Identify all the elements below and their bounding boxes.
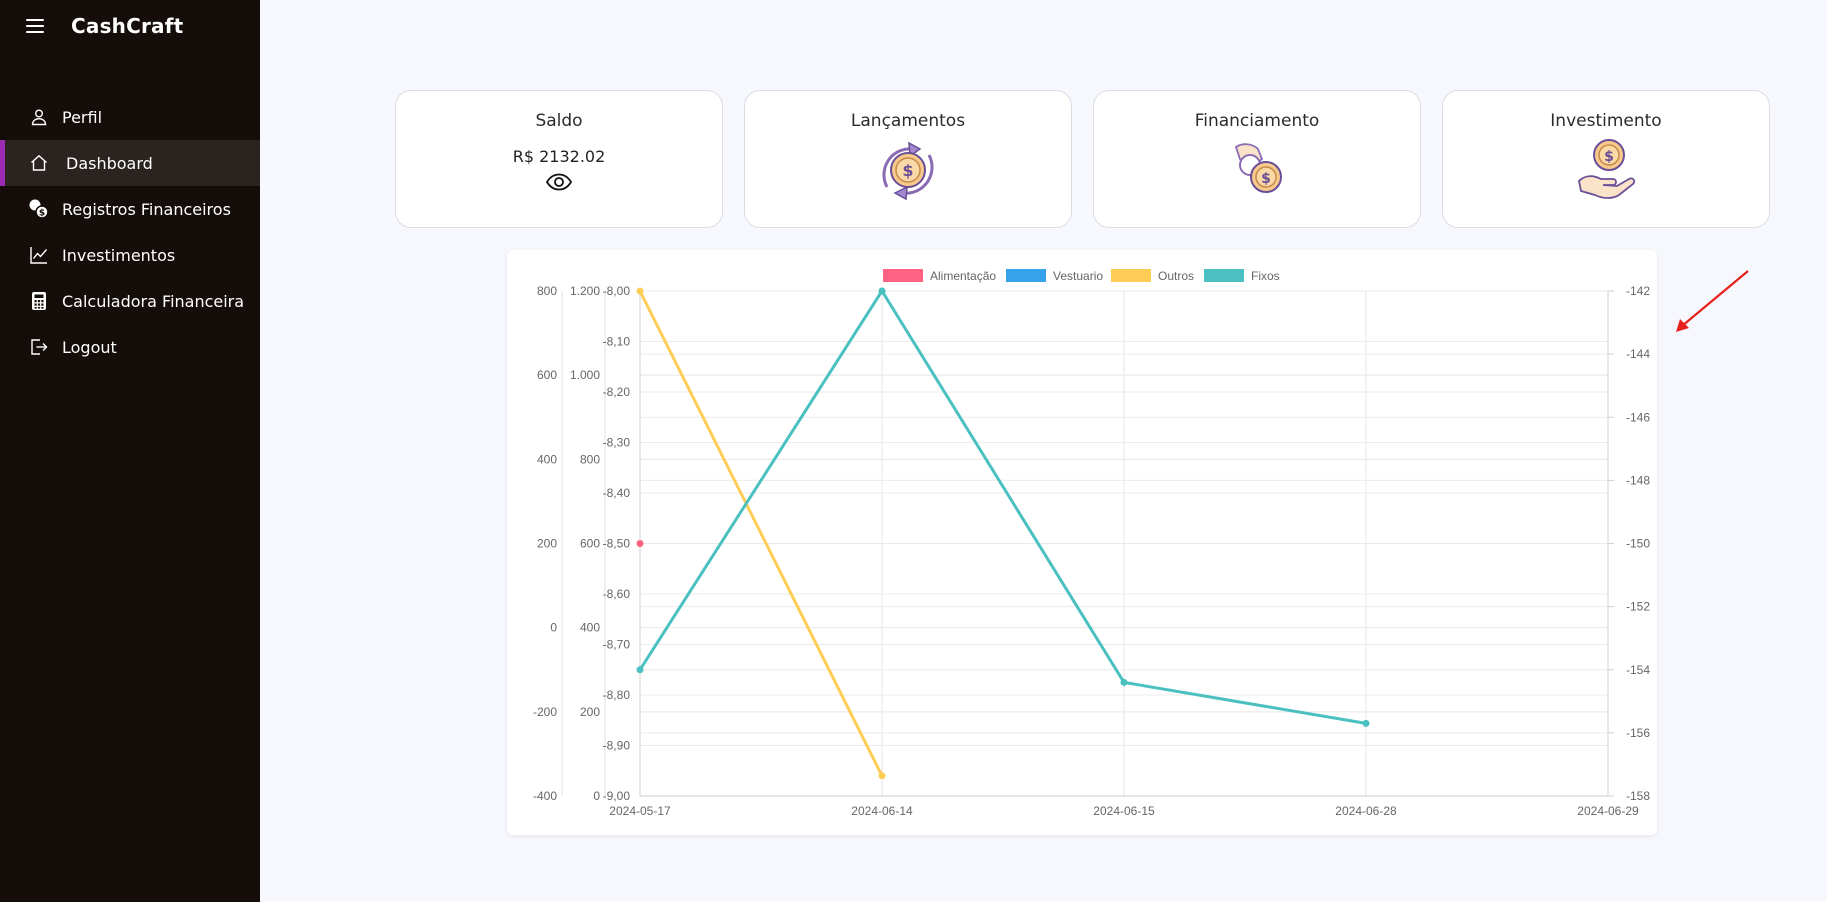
app-name: CashCraft — [71, 14, 184, 38]
x-tick-label: 2024-06-28 — [1335, 804, 1397, 818]
svg-text:$: $ — [1261, 171, 1271, 187]
data-point — [878, 772, 886, 780]
legend-swatch — [1006, 269, 1046, 282]
y-tick-label: 800 — [580, 452, 600, 466]
y-tick-label: 200 — [537, 537, 557, 551]
sidebar-item-label: Calculadora Financeira — [62, 291, 245, 311]
sidebar-item-logout[interactable]: Logout — [0, 324, 260, 370]
y-tick-label: -158 — [1626, 789, 1650, 803]
y-tick-label: 200 — [580, 705, 600, 719]
logout-icon — [28, 336, 50, 358]
y-tick-label: -400 — [533, 789, 557, 803]
annotation-arrow — [1676, 270, 1749, 332]
x-tick-label: 2024-06-15 — [1093, 804, 1155, 818]
legend-swatch — [1204, 269, 1244, 282]
data-point — [1120, 678, 1128, 686]
legend-swatch — [883, 269, 923, 282]
data-point — [636, 540, 644, 547]
eye-icon[interactable] — [396, 172, 722, 192]
y-tick-label: -8,20 — [603, 385, 631, 399]
hamburger-menu-icon[interactable] — [24, 17, 46, 35]
home-icon — [28, 152, 50, 174]
y-tick-label: 800 — [537, 284, 557, 298]
svg-text:$: $ — [39, 209, 45, 219]
sidebar-item-dashboard[interactable]: Dashboard — [0, 140, 260, 186]
legend-label: Alimentação — [930, 269, 996, 283]
card-title: Investimento — [1550, 111, 1662, 131]
chart-card: 800 600 400 200 0 -200 -400 1.200 1.000 800 600 400… — [507, 250, 1657, 835]
y-tick-label: -146 — [1626, 410, 1650, 424]
brand: CashCraft — [24, 14, 183, 38]
y-tick-label: 1.000 — [570, 368, 600, 382]
y-tick-label: 0 — [550, 621, 557, 635]
y-tick-label: 400 — [537, 452, 557, 466]
svg-text:$: $ — [1604, 149, 1614, 165]
saldo-card[interactable]: Saldo R$ 2132.02 — [395, 90, 723, 228]
y-tick-label: -200 — [533, 705, 557, 719]
sidebar-item-label: Perfil — [62, 107, 103, 127]
y-tick-label: -8,10 — [603, 335, 631, 349]
data-point — [636, 287, 644, 295]
y-tick-label: 600 — [537, 368, 557, 382]
y-tick-label: -156 — [1626, 726, 1650, 740]
series-line — [638, 290, 884, 777]
data-point — [636, 666, 644, 674]
y-tick-label: -8,00 — [603, 284, 631, 298]
sidebar: CashCraft Perfil Dashboard $ Registros F… — [0, 0, 260, 902]
data-point — [1362, 719, 1370, 727]
y-tick-label: -142 — [1626, 284, 1650, 298]
y-tick-label: -8,90 — [603, 739, 631, 753]
hand-coins-icon: $ — [1094, 137, 1420, 203]
legend-swatch — [1111, 269, 1151, 282]
sidebar-item-calculadora-financeira[interactable]: Calculadora Financeira — [0, 278, 260, 324]
sidebar-item-investimentos[interactable]: Investimentos — [0, 232, 260, 278]
y-tick-label: -9,00 — [603, 789, 631, 803]
y-tick-label: -8,30 — [603, 436, 631, 450]
sidebar-item-perfil[interactable]: Perfil — [0, 94, 260, 140]
legend-label: Outros — [1158, 269, 1194, 283]
sidebar-item-registros-financeiros[interactable]: $ Registros Financeiros — [0, 186, 260, 232]
y-tick-label: -8,50 — [603, 537, 631, 551]
x-tick-label: 2024-06-29 — [1577, 804, 1639, 818]
coin-exchange-icon: $ — [745, 137, 1071, 203]
y-tick-label: -148 — [1626, 473, 1650, 487]
hand-coin-icon: $ — [1443, 137, 1769, 203]
y-tick-label: -8,70 — [603, 638, 631, 652]
saldo-value: R$ 2132.02 — [512, 147, 606, 166]
y-tick-label: 0 — [593, 789, 600, 803]
line-chart: 800 600 400 200 0 -200 -400 1.200 1.000 800 600 400… — [533, 269, 1650, 818]
y-tick-label: -8,80 — [603, 688, 631, 702]
card-title: Saldo — [535, 111, 583, 131]
user-icon — [28, 106, 50, 128]
investimento-card[interactable]: Investimento $ — [1442, 90, 1770, 228]
sidebar-nav: Perfil Dashboard $ Registros Financeiros — [0, 94, 260, 370]
y-tick-label: -144 — [1626, 347, 1650, 361]
data-point — [878, 287, 886, 295]
legend-label: Vestuario — [1053, 269, 1103, 283]
y-tick-label: -154 — [1626, 663, 1650, 677]
card-title: Lançamentos — [850, 111, 966, 131]
y-tick-label: 1.200 — [570, 284, 600, 298]
coins-icon: $ — [28, 198, 50, 220]
y-tick-label: -8,60 — [603, 587, 631, 601]
calculator-icon — [28, 290, 50, 312]
card-title: Financiamento — [1194, 111, 1320, 131]
y-tick-label: -152 — [1626, 600, 1650, 614]
lancamentos-card[interactable]: Lançamentos $ — [744, 90, 1072, 228]
sidebar-item-label: Dashboard — [66, 153, 153, 173]
line-chart-icon — [28, 244, 50, 266]
sidebar-item-label: Registros Financeiros — [62, 199, 231, 219]
x-tick-label: 2024-06-14 — [851, 804, 913, 818]
svg-text:$: $ — [902, 161, 913, 180]
sidebar-item-label: Investimentos — [62, 245, 176, 265]
legend-label: Fixos — [1251, 269, 1280, 283]
y-tick-label: 400 — [580, 621, 600, 635]
sidebar-item-label: Logout — [62, 337, 117, 357]
y-tick-label: 600 — [580, 537, 600, 551]
y-tick-label: -150 — [1626, 537, 1650, 551]
financiamento-card[interactable]: Financiamento $ — [1093, 90, 1421, 228]
x-tick-label: 2024-05-17 — [609, 804, 671, 818]
y-tick-label: -8,40 — [603, 486, 631, 500]
